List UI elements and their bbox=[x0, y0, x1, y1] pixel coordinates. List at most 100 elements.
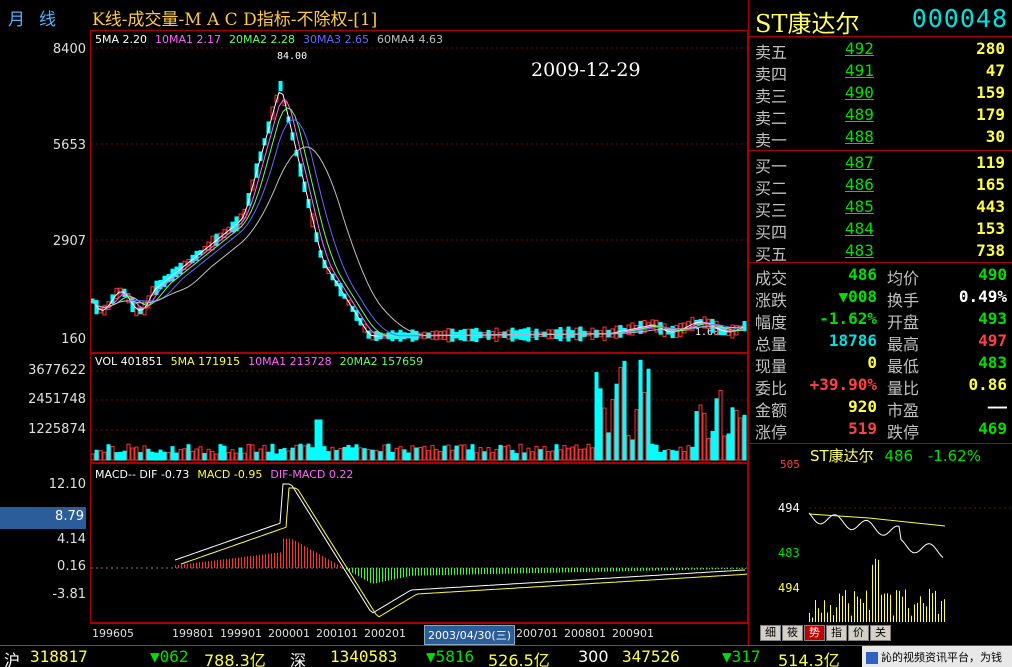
kline-pane[interactable]: 5MA 2.20 10MA1 2.17 20MA2 2.28 30MA3 2.65 60… bbox=[90, 30, 748, 353]
stat-row: 成交 486 均价 490 bbox=[749, 264, 1012, 288]
tab-0[interactable]: 细 bbox=[760, 625, 781, 641]
volume-bar bbox=[174, 452, 179, 461]
volume-bar bbox=[494, 448, 499, 461]
macd-histogram-bar bbox=[268, 553, 269, 568]
volume-bar bbox=[434, 448, 439, 461]
volume-bar bbox=[542, 446, 547, 461]
tray-notice[interactable]: 訫的视频资讯平台，为钱 bbox=[862, 646, 1012, 667]
macd-histogram-bar bbox=[556, 568, 557, 573]
macd-histogram-bar bbox=[532, 568, 533, 574]
x-tick: 200001 bbox=[268, 627, 310, 640]
volume-bar bbox=[686, 445, 691, 461]
intraday-chart[interactable] bbox=[749, 456, 1012, 624]
macd-histogram-bar bbox=[358, 568, 359, 577]
volume-bar bbox=[450, 449, 455, 461]
intraday-volume-bar bbox=[902, 596, 903, 622]
tray-app-icon bbox=[866, 652, 878, 664]
volume-bar bbox=[714, 398, 719, 461]
intraday-volume-bar bbox=[815, 600, 816, 622]
macd-histogram-bar bbox=[430, 568, 431, 576]
ask-row[interactable]: 卖一 488 30 bbox=[749, 126, 1012, 150]
volume-bar bbox=[286, 450, 291, 461]
tab-1[interactable]: 筱 bbox=[782, 625, 803, 641]
level-price: 491 bbox=[845, 61, 874, 80]
tab-2[interactable]: 势 bbox=[804, 625, 825, 641]
bid-row[interactable]: 买一 487 119 bbox=[749, 152, 1012, 176]
volume-bar bbox=[202, 453, 207, 461]
macd-histogram-bar bbox=[448, 568, 449, 575]
macd-histogram-bar bbox=[211, 560, 212, 568]
bid-row[interactable]: 买二 486 165 bbox=[749, 174, 1012, 198]
volume-bar bbox=[486, 446, 491, 461]
bid-row[interactable]: 买三 485 443 bbox=[749, 196, 1012, 220]
volume-bar bbox=[91, 453, 95, 461]
volume-bar bbox=[406, 452, 411, 461]
macd-histogram-bar bbox=[694, 568, 695, 570]
macd-histogram-bar bbox=[598, 568, 599, 572]
macd-histogram-bar bbox=[484, 568, 485, 575]
volume-pane[interactable]: VOL 401851 5MA 171915 10MA1 213728 20MA2 15… bbox=[90, 353, 748, 463]
macd-histogram-bar bbox=[538, 568, 539, 574]
volume-bar bbox=[654, 444, 659, 461]
volume-bar bbox=[362, 448, 367, 461]
volume-bar bbox=[126, 443, 131, 461]
volume-bar bbox=[166, 451, 171, 461]
macd-histogram-bar bbox=[220, 559, 221, 568]
volume-bar bbox=[178, 449, 183, 461]
macd-histogram-bar bbox=[262, 554, 263, 568]
macd-histogram-bar bbox=[382, 568, 383, 582]
intraday-y-tick: 505 bbox=[780, 458, 800, 471]
stat-row: 涨停 519 跌停 469 bbox=[749, 418, 1012, 442]
macd-histogram-bar bbox=[235, 557, 236, 568]
volume-bar bbox=[658, 451, 663, 461]
volume-bar bbox=[634, 409, 639, 461]
dif-line bbox=[174, 483, 746, 614]
volume-bar bbox=[598, 388, 603, 461]
volume-bar bbox=[606, 432, 611, 461]
chart-title: K线-成交量-M A C D指标-不除权-[1] bbox=[92, 10, 378, 30]
macd-histogram-bar bbox=[397, 568, 398, 579]
ask-row[interactable]: 卖四 491 47 bbox=[749, 60, 1012, 84]
intraday-volume-bar bbox=[872, 564, 873, 622]
intraday-volume-bar bbox=[809, 612, 810, 622]
intraday-volume-bar bbox=[866, 590, 867, 622]
volume-bar bbox=[430, 444, 435, 461]
volume-bar bbox=[490, 452, 495, 461]
sz-label: 深 bbox=[290, 651, 307, 667]
volume-bar bbox=[190, 450, 195, 461]
intraday-volume-bar bbox=[926, 606, 927, 622]
tab-4[interactable]: 价 bbox=[848, 625, 869, 641]
macd-pane[interactable]: MACD-- DIF -0.73 MACD -0.95 DIF-MACD 0.22 bbox=[90, 463, 748, 623]
macd-histogram-bar bbox=[703, 568, 704, 570]
macd-histogram-bar bbox=[658, 568, 659, 571]
level-volume: 47 bbox=[985, 61, 1005, 80]
macd-histogram-bar bbox=[403, 568, 404, 578]
ask-row[interactable]: 卖五 492 280 bbox=[749, 38, 1012, 62]
macd-histogram-bar bbox=[436, 568, 437, 576]
macd-histogram-bar bbox=[205, 561, 206, 568]
level-volume: 119 bbox=[976, 153, 1005, 172]
volume-bar bbox=[250, 444, 255, 461]
intraday-volume-bar bbox=[932, 593, 933, 622]
tab-3[interactable]: 指 bbox=[826, 625, 847, 641]
macd-histogram-bar bbox=[730, 568, 731, 570]
bid-row[interactable]: 买四 484 153 bbox=[749, 218, 1012, 242]
ask-row[interactable]: 卖三 490 159 bbox=[749, 82, 1012, 106]
volume-bar bbox=[182, 448, 187, 461]
volume-bar bbox=[614, 383, 619, 461]
ask-row[interactable]: 卖二 489 179 bbox=[749, 104, 1012, 128]
macd-histogram-bar bbox=[175, 565, 176, 568]
intraday-volume-bar bbox=[887, 593, 888, 622]
macd-histogram-bar bbox=[559, 568, 560, 573]
bid-row[interactable]: 买五 483 738 bbox=[749, 240, 1012, 264]
volume-bar bbox=[522, 452, 527, 461]
period-label[interactable]: 月线 bbox=[8, 5, 70, 30]
macd-histogram-bar bbox=[256, 555, 257, 568]
tray-text: 訫的视频资讯平台，为钱 bbox=[881, 651, 1002, 664]
volume-bar bbox=[374, 449, 379, 461]
volume-bar bbox=[326, 451, 331, 461]
tab-5[interactable]: 关 bbox=[870, 625, 891, 641]
volume-bar bbox=[298, 443, 303, 461]
y-tick: 1225874 bbox=[28, 422, 86, 437]
macd-histogram-bar bbox=[508, 568, 509, 574]
